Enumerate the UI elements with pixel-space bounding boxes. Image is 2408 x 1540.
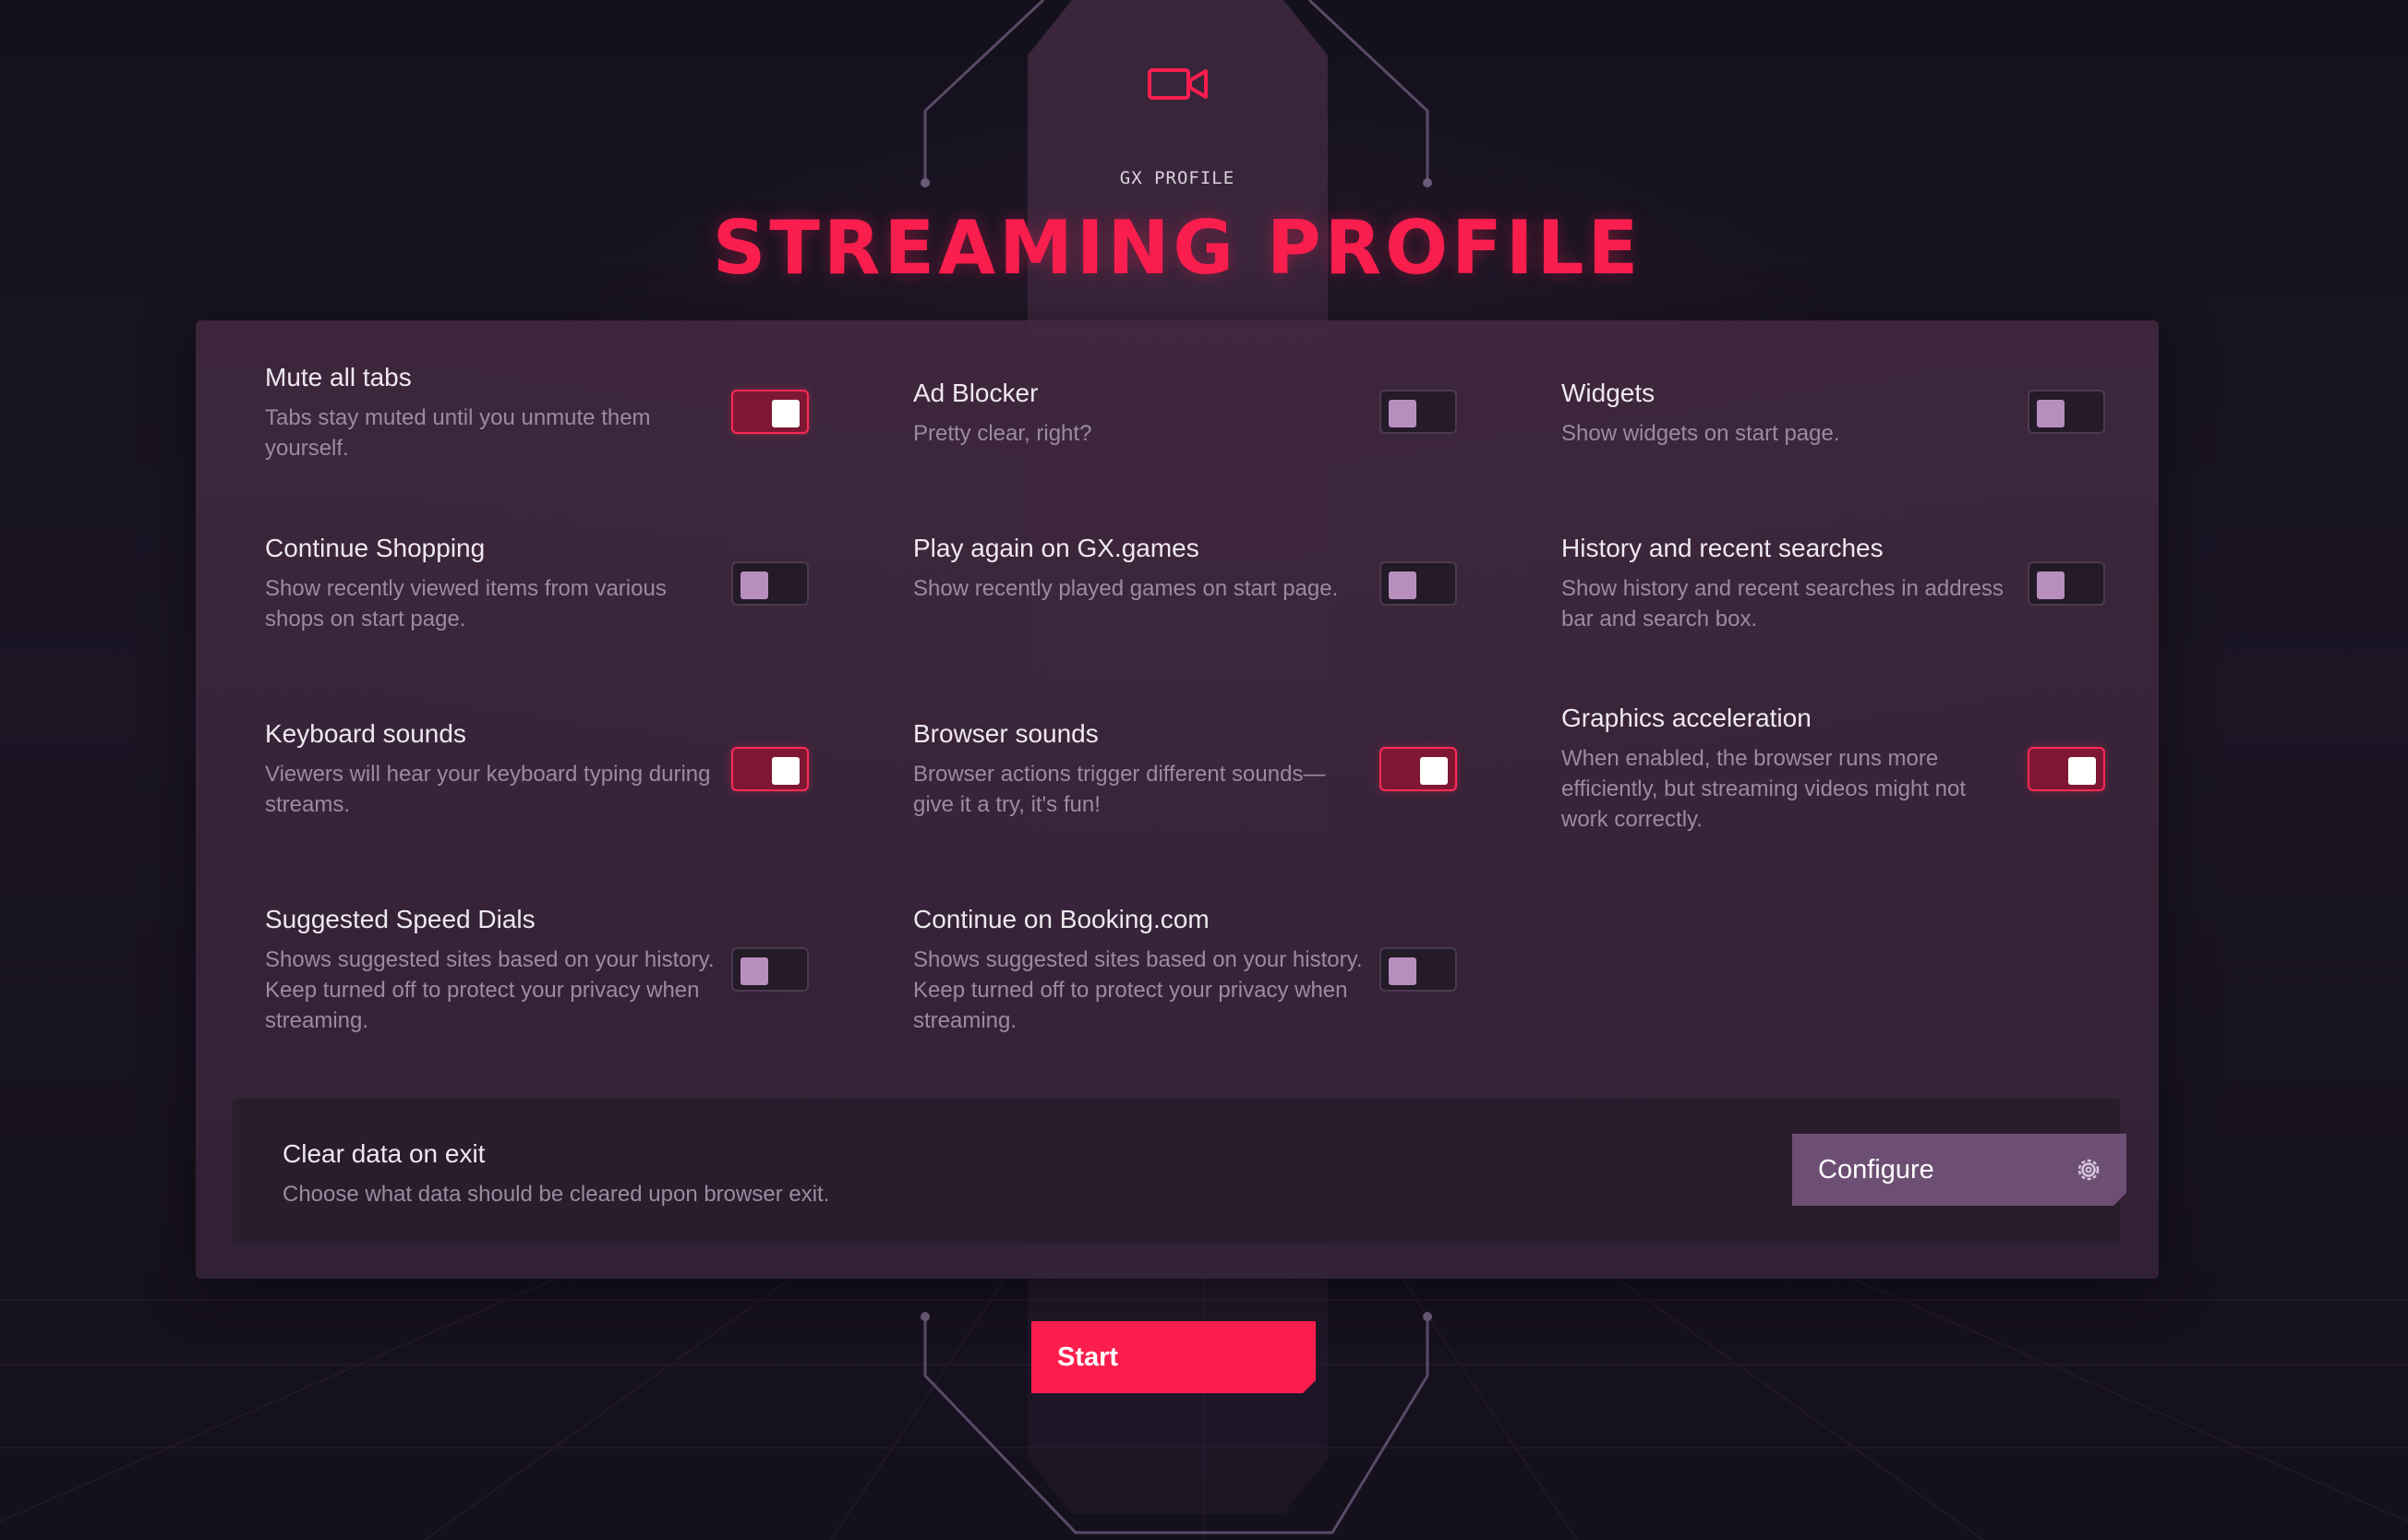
- mute-all-tabs-toggle[interactable]: [731, 390, 809, 434]
- history-recent-searches-toggle[interactable]: [2028, 561, 2105, 606]
- setting-title: Continue Shopping: [265, 534, 486, 562]
- setting-description: Show widgets on start page.: [1561, 421, 1840, 446]
- setting-description: Show history and recent searches in addr…: [1561, 576, 2004, 632]
- graphics-acceleration-toggle[interactable]: [2028, 747, 2105, 791]
- toggle-knob: [740, 957, 768, 985]
- settings-panel: Mute all tabs Tabs stay muted until you …: [196, 320, 2159, 1279]
- browser-sounds-toggle[interactable]: [1379, 747, 1457, 791]
- keyboard-sounds-toggle[interactable]: [731, 747, 809, 791]
- setting-title: Graphics acceleration: [1561, 704, 1812, 732]
- start-button[interactable]: Start: [1031, 1321, 1316, 1393]
- setting-description: When enabled, the browser runs more effi…: [1561, 746, 1966, 832]
- toggle-knob: [772, 400, 800, 427]
- setting-title: History and recent searches: [1561, 534, 1884, 562]
- gx-profile-label: GX PROFILE: [1119, 168, 1235, 188]
- toggle-knob: [772, 757, 800, 785]
- setting-description: Show recently viewed items from various …: [265, 576, 667, 632]
- toggle-knob: [2068, 757, 2096, 785]
- toggle-knob: [1389, 957, 1416, 985]
- toggle-knob: [2037, 571, 2065, 599]
- play-again-gx-games-toggle[interactable]: [1379, 561, 1457, 606]
- toggle-knob: [1420, 757, 1448, 785]
- configure-button[interactable]: Configure: [1792, 1134, 2126, 1206]
- continue-shopping-toggle[interactable]: [731, 561, 809, 606]
- setting-description: Show recently played games on start page…: [913, 576, 1339, 601]
- toggle-knob: [1389, 400, 1416, 427]
- ad-blocker-toggle[interactable]: [1379, 390, 1457, 434]
- setting-description: Tabs stay muted until you unmute them yo…: [265, 405, 651, 461]
- setting-title: Keyboard sounds: [265, 719, 466, 748]
- clear-data-description: Choose what data should be cleared upon …: [283, 1182, 830, 1207]
- toggle-knob: [740, 571, 768, 599]
- clear-data-title: Clear data on exit: [283, 1139, 486, 1168]
- setting-description: Viewers will hear your keyboard typing d…: [265, 762, 711, 817]
- page-title: STREAMING PROFILE: [712, 205, 1643, 291]
- gear-icon: [2075, 1156, 2102, 1184]
- setting-description: Shows suggested sites based on your hist…: [913, 947, 1363, 1033]
- setting-title: Mute all tabs: [265, 363, 412, 391]
- configure-button-label: Configure: [1818, 1154, 1934, 1185]
- widgets-toggle[interactable]: [2028, 390, 2105, 434]
- setting-description: Browser actions trigger different sounds…: [913, 762, 1326, 817]
- setting-title: Play again on GX.games: [913, 534, 1199, 562]
- suggested-speed-dials-toggle[interactable]: [731, 947, 809, 992]
- clear-data-section: Clear data on exit Choose what data shou…: [233, 1099, 2120, 1244]
- toggle-knob: [2037, 400, 2065, 427]
- setting-title: Continue on Booking.com: [913, 905, 1210, 933]
- setting-title: Browser sounds: [913, 719, 1099, 748]
- setting-description: Shows suggested sites based on your hist…: [265, 947, 715, 1033]
- setting-description: Pretty clear, right?: [913, 421, 1092, 446]
- setting-title: Suggested Speed Dials: [265, 905, 536, 933]
- toggle-knob: [1389, 571, 1416, 599]
- video-camera-icon: [1148, 68, 1208, 100]
- continue-on-booking-toggle[interactable]: [1379, 947, 1457, 992]
